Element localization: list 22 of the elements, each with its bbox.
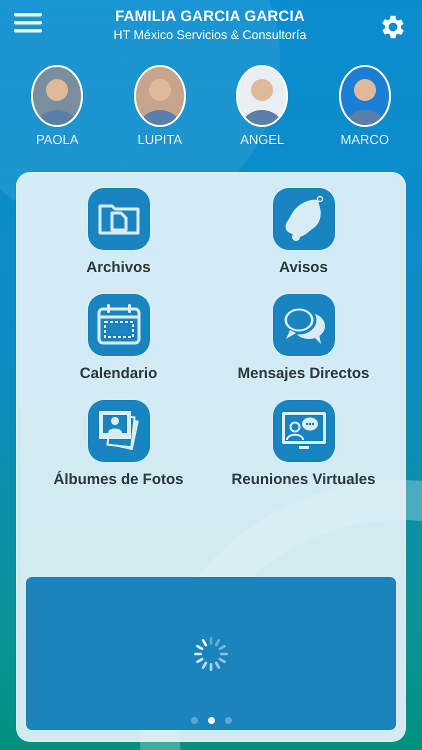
folder-icon	[88, 188, 150, 250]
photos-icon	[88, 400, 150, 462]
calendar-icon	[88, 294, 150, 356]
menu-tile[interactable]: Reuniones Virtuales	[211, 400, 396, 488]
family-title: FAMILIA GARCIA GARCIA	[114, 8, 306, 25]
chat-bubbles-icon	[272, 294, 334, 356]
member-name: PAOLA	[36, 132, 78, 147]
menu-tile[interactable]: Mensajes Directos	[211, 294, 396, 382]
menu-tile[interactable]: Avisos	[211, 188, 396, 276]
page-dot[interactable]	[224, 717, 232, 724]
loading-spinner-icon	[193, 636, 229, 672]
menu-tile[interactable]: Calendario	[26, 294, 211, 382]
menu-tile[interactable]: Archivos	[26, 188, 211, 276]
bell-icon	[272, 188, 334, 250]
page-dot[interactable]	[190, 717, 198, 724]
member-name: LUPITA	[137, 132, 182, 147]
page-dot[interactable]	[208, 717, 214, 724]
company-subtitle: HT México Servicios & Consultoría	[114, 28, 306, 42]
menu-tile[interactable]: Álbumes de Fotos	[26, 400, 211, 488]
member-name: MARCO	[340, 132, 389, 147]
video-call-icon	[272, 400, 334, 462]
member-name: ANGEL	[240, 132, 284, 147]
